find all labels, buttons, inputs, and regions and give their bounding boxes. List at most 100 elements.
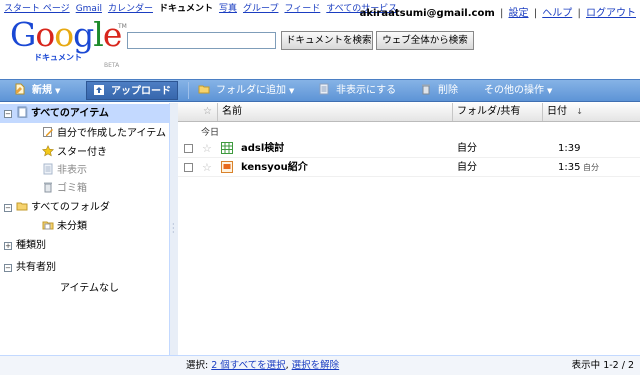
sidebar-item-label: 非表示: [57, 165, 87, 176]
upload-label: アップロード: [111, 86, 171, 97]
table-row[interactable]: ☆ adsl検討 自分 1:39: [178, 139, 640, 158]
settings-link[interactable]: 設定: [509, 8, 529, 19]
spreadsheet-icon: [221, 142, 233, 154]
sidebar-item-unfiled[interactable]: 未分類: [0, 217, 170, 236]
logo-subtitle: ドキュメント: [34, 53, 82, 62]
sidebar-item-all-items[interactable]: − すべてのアイテム: [0, 104, 170, 123]
search-input[interactable]: [127, 32, 276, 49]
more-actions-label: その他の操作: [484, 85, 544, 96]
add-to-folder-label: フォルダに追加: [216, 85, 286, 96]
nav-link-photos[interactable]: 写真: [219, 4, 237, 14]
group-header-today: 今日: [201, 128, 220, 138]
row-checkbox[interactable]: [184, 144, 193, 153]
google-docs-logo[interactable]: Google TM ドキュメント BETA: [10, 15, 127, 70]
hide-button[interactable]: 非表示にする: [318, 80, 396, 101]
status-bar: 選択: 2 個すべてを選択, 選択を解除 表示中 1-2 / 2: [0, 355, 640, 375]
add-to-folder-button[interactable]: フォルダに追加 ▼: [198, 80, 294, 101]
collapse-icon[interactable]: −: [4, 204, 12, 212]
sidebar-item-trash[interactable]: ゴミ箱: [0, 179, 170, 198]
pane-splitter[interactable]: · · ·: [170, 103, 178, 355]
expand-icon[interactable]: +: [4, 242, 12, 250]
document-date: 1:35: [558, 162, 581, 173]
sidebar-item-label: 自分で作成したアイテム: [57, 128, 166, 139]
hide-icon: [319, 83, 329, 95]
selection-label: 選択:: [186, 360, 209, 371]
document-owner: 自分: [457, 143, 477, 154]
more-actions-button[interactable]: その他の操作 ▼: [484, 80, 552, 101]
document-name[interactable]: adsl検討: [241, 139, 284, 158]
nav-link-feeds[interactable]: フィード: [284, 4, 320, 14]
toolbar-divider: [188, 82, 189, 99]
collapse-icon[interactable]: −: [4, 264, 12, 272]
document-name[interactable]: kensyou紹介: [241, 158, 308, 177]
document-modified-by: 自分: [583, 163, 599, 172]
select-none-link[interactable]: 選択を解除: [292, 360, 340, 371]
sidebar-item-types[interactable]: + 種類別: [0, 236, 170, 255]
table-row[interactable]: ☆ kensyou紹介 自分 1:35 自分: [178, 158, 640, 177]
select-all-link[interactable]: 2 個すべてを選択: [211, 360, 285, 371]
edit-document-icon: [43, 127, 53, 137]
sidebar-item-label: 未分類: [57, 221, 87, 232]
delete-label: 削除: [438, 85, 458, 96]
star-icon: [42, 145, 54, 157]
column-header: ☆ 名前 フォルダ/共有 日付 ↓: [178, 103, 640, 122]
star-toggle-icon[interactable]: ☆: [202, 158, 212, 177]
documents-icon: [17, 106, 28, 118]
toolbar: 新規 ▼ アップロード フォルダに追加 ▼ 非表示にする 削除 その他の操作 ▼: [0, 79, 640, 102]
logo-trademark: TM: [118, 23, 127, 30]
new-menu-button[interactable]: 新規 ▼: [14, 80, 60, 101]
sort-desc-icon: ↓: [576, 107, 583, 116]
nav-current-docs: ドキュメント: [158, 4, 213, 14]
nav-link-groups[interactable]: グループ: [243, 4, 278, 14]
item-count: 表示中 1-2 / 2: [571, 360, 634, 371]
sidebar-item-label: 共有者別: [16, 262, 56, 273]
logout-link[interactable]: ログアウト: [586, 8, 636, 19]
no-items-label: アイテムなし: [60, 283, 119, 294]
account-bar: akiraatsumi@gmail.com | 設定 | ヘルプ | ログアウト: [359, 8, 636, 19]
sidebar-no-items: アイテムなし: [0, 279, 170, 298]
nav-link-start-page[interactable]: スタート ページ: [4, 4, 70, 14]
sidebar-item-label: 種類別: [16, 240, 46, 251]
sidebar: − すべてのアイテム 自分で作成したアイテム スター付き 非表示 ゴミ箱 − すべて…: [0, 103, 170, 355]
date-column-header[interactable]: 日付 ↓: [543, 103, 640, 121]
search-web-button[interactable]: ウェブ全体から検索: [376, 31, 474, 50]
hide-label: 非表示にする: [336, 85, 397, 96]
top-navigation: スタート ページ Gmail カレンダー ドキュメント 写真 グループ フィード すべてのサー…: [0, 0, 640, 19]
star-column-header[interactable]: ☆: [198, 103, 218, 121]
beta-label: BETA: [104, 62, 120, 69]
trash-icon: [422, 84, 430, 95]
delete-button[interactable]: 削除: [420, 80, 458, 101]
document-owner: 自分: [457, 162, 477, 173]
upload-button[interactable]: アップロード: [86, 81, 178, 100]
sidebar-item-label: スター付き: [57, 147, 107, 158]
new-document-icon: [15, 83, 25, 95]
sidebar-item-hidden[interactable]: 非表示: [0, 161, 170, 180]
search-docs-button[interactable]: ドキュメントを検索: [281, 31, 373, 50]
star-toggle-icon[interactable]: ☆: [202, 139, 212, 158]
collapse-icon[interactable]: −: [4, 110, 12, 118]
logo-wordmark: Google: [10, 15, 122, 54]
sidebar-item-shared-with[interactable]: − 共有者別: [0, 258, 170, 277]
unfiled-folder-icon: [42, 221, 54, 230]
sidebar-item-my-items[interactable]: 自分で作成したアイテム: [0, 124, 170, 143]
new-label: 新規: [32, 85, 52, 96]
folder-icon: [198, 85, 210, 94]
selection-controls: 選択: 2 個すべてを選択, 選択を解除: [186, 360, 340, 371]
presentation-icon: [221, 161, 233, 173]
sidebar-item-starred[interactable]: スター付き: [0, 143, 170, 162]
folder-column-header[interactable]: フォルダ/共有: [453, 103, 543, 121]
sidebar-item-label: すべてのアイテム: [31, 108, 109, 119]
hidden-icon: [43, 163, 53, 175]
help-link[interactable]: ヘルプ: [542, 8, 572, 19]
trash-icon: [44, 182, 52, 193]
nav-link-calendar[interactable]: カレンダー: [108, 4, 153, 14]
user-email: akiraatsumi@gmail.com: [359, 8, 495, 19]
sidebar-item-label: ゴミ箱: [57, 183, 87, 194]
sidebar-item-label: すべてのフォルダ: [31, 202, 110, 213]
nav-link-gmail[interactable]: Gmail: [76, 4, 102, 14]
sidebar-item-all-folders[interactable]: − すべてのフォルダ: [0, 198, 170, 217]
name-column-header[interactable]: 名前: [218, 103, 453, 121]
date-column-label: 日付: [547, 106, 567, 117]
row-checkbox[interactable]: [184, 163, 193, 172]
folder-icon: [16, 202, 28, 211]
